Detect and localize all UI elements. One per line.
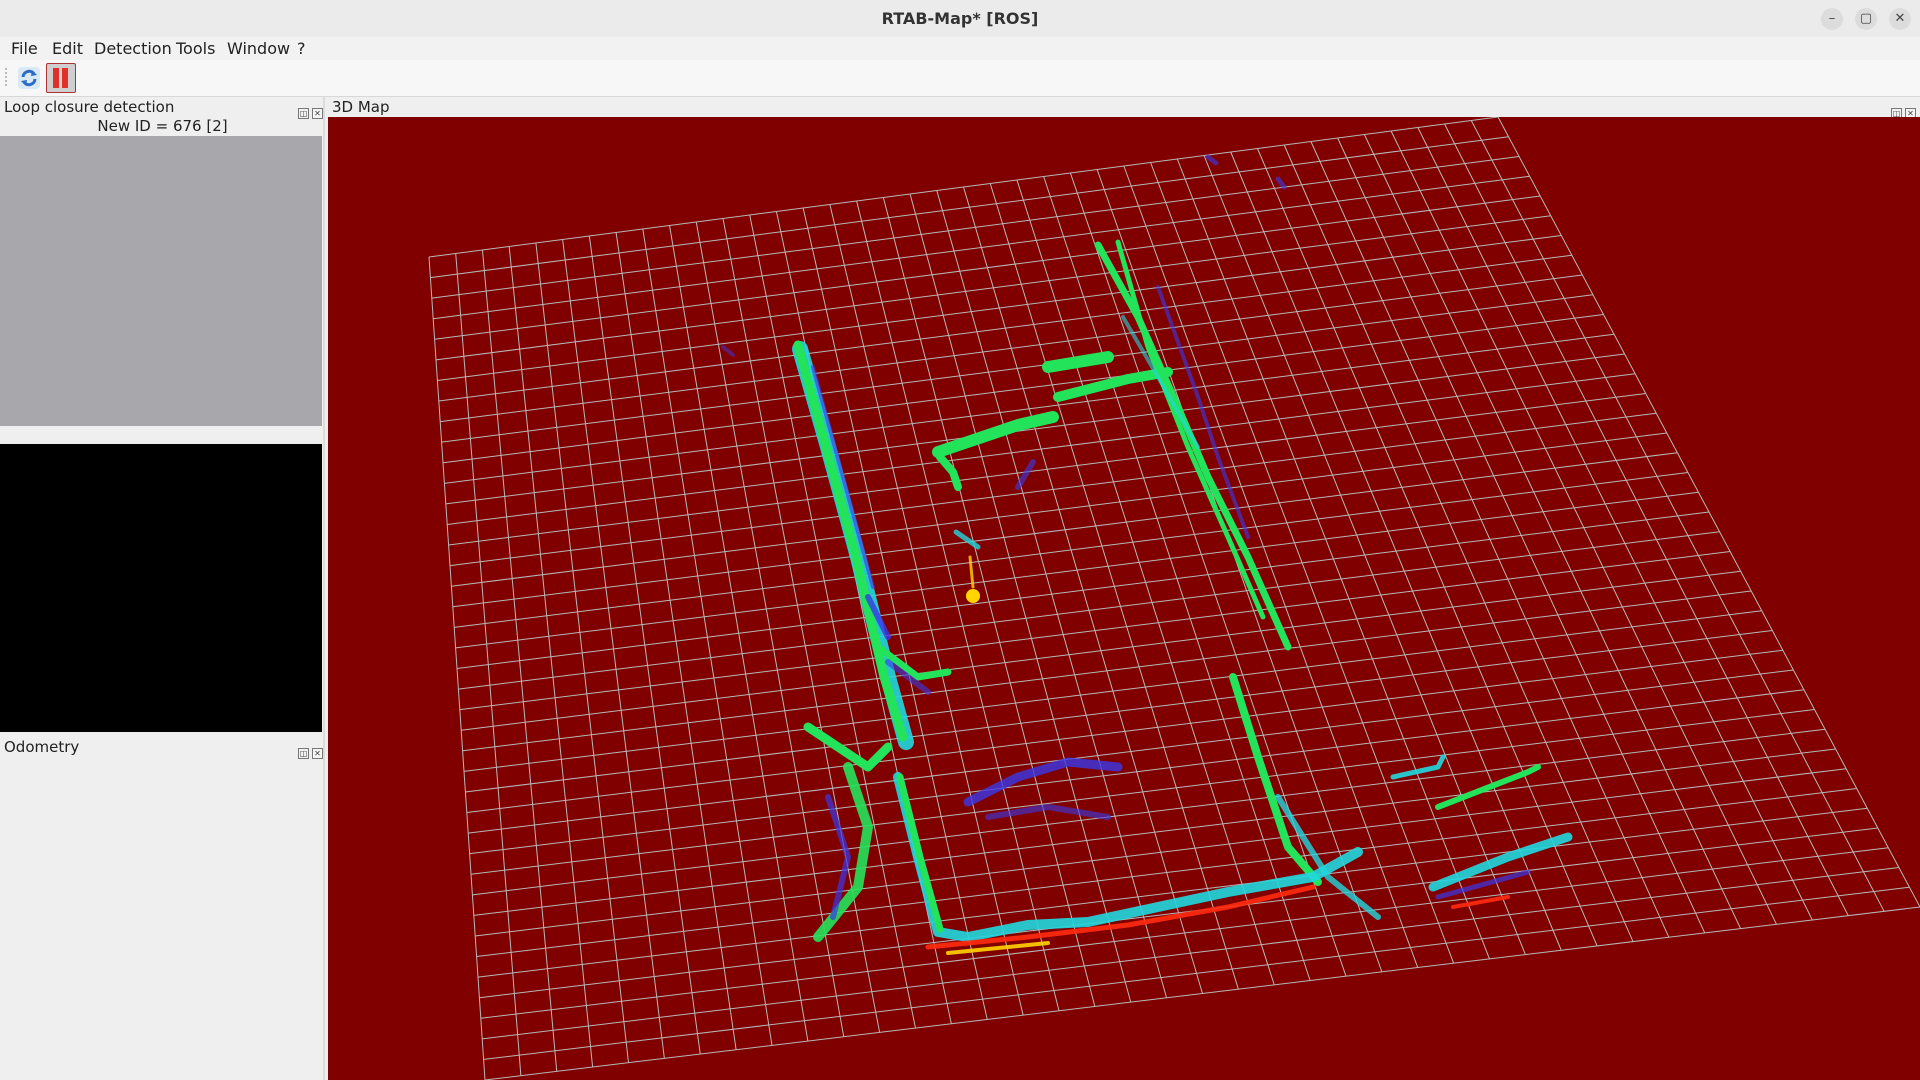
point-cloud-segment — [953, 529, 981, 550]
pause-icon — [53, 68, 68, 88]
point-cloud-segment — [1451, 895, 1510, 909]
grid-line — [1497, 117, 1920, 908]
point-cloud-segment — [932, 411, 1059, 458]
maximize-button[interactable]: ▢ — [1855, 8, 1877, 30]
map3d-canvas[interactable] — [328, 117, 1920, 1080]
refresh-icon — [18, 67, 40, 89]
close-icon[interactable]: ✕ — [312, 748, 323, 759]
grid-line — [1444, 123, 1849, 916]
menu-detection[interactable]: Detection — [94, 37, 172, 60]
point-cloud-segment — [803, 722, 893, 772]
map3d-view[interactable] — [328, 117, 1920, 1080]
map3d-title: 3D Map — [332, 98, 390, 116]
loop-closure-new-id: New ID = 676 [2] — [97, 117, 228, 135]
grid-line — [479, 827, 1878, 999]
grid-line — [1337, 137, 1706, 934]
point-cloud-segment — [1042, 351, 1114, 373]
close-button[interactable]: ✕ — [1889, 8, 1911, 30]
window-title: RTAB-Map* [ROS] — [881, 9, 1039, 28]
point-cloud-segment — [721, 345, 735, 357]
robot-pose-marker — [966, 589, 980, 603]
odometry-dock-buttons: ◫ ✕ — [295, 741, 323, 759]
float-icon[interactable]: ◫ — [298, 748, 309, 759]
loop-closure-dock-buttons: ◫ ✕ — [295, 101, 323, 119]
point-cloud-segment — [1205, 154, 1219, 166]
menu-window[interactable]: Window — [227, 37, 290, 60]
pause-button[interactable] — [46, 63, 76, 93]
menubar: File Edit Detection Tools Window ? — [0, 37, 1920, 60]
grid-line — [1470, 120, 1885, 912]
grid-line — [1417, 127, 1813, 921]
menu-tools[interactable]: Tools — [176, 37, 215, 60]
point-cloud-segment — [1094, 241, 1292, 651]
toolbar-grip[interactable] — [5, 68, 7, 88]
point-cloud-segment — [1015, 459, 1036, 490]
toolbar — [0, 60, 1920, 97]
refresh-button[interactable] — [14, 63, 44, 93]
loop-closure-image-match — [0, 444, 322, 732]
map3d-dock: 3D Map ◫ ✕ — [328, 97, 1920, 1080]
point-cloud-segment — [963, 757, 1123, 807]
point-cloud-segment — [1275, 176, 1287, 190]
loop-closure-image-current — [0, 136, 322, 426]
window-titlebar: RTAB-Map* [ROS] – ▢ ✕ — [0, 0, 1920, 38]
loop-closure-title: Loop closure detection — [4, 98, 175, 116]
grid-line — [482, 867, 1899, 1040]
menu-help[interactable]: ? — [297, 37, 306, 60]
point-cloud-segment — [968, 555, 975, 589]
menu-edit[interactable]: Edit — [52, 37, 83, 60]
grid-line — [477, 807, 1868, 978]
map3d-dock-buttons: ◫ ✕ — [1888, 101, 1916, 119]
minimize-button[interactable]: – — [1821, 8, 1843, 30]
grid-line — [484, 906, 1920, 1080]
point-cloud-segment — [896, 773, 944, 933]
grid-line — [480, 847, 1889, 1019]
left-dock-area: Loop closure detection ◫ ✕ New ID = 676 [… — [0, 97, 325, 1080]
ground-grid — [428, 117, 1920, 1080]
menu-file[interactable]: File — [11, 37, 38, 60]
odometry-view — [0, 759, 322, 1080]
odometry-title: Odometry — [4, 738, 80, 756]
